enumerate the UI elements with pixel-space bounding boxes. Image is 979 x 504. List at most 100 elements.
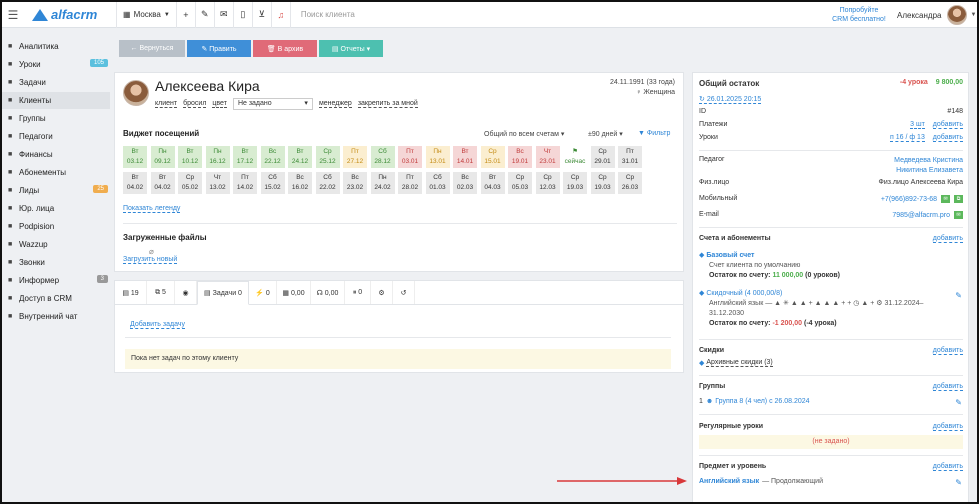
city-select[interactable]: ▦ Москва ▼ <box>116 2 176 28</box>
logo[interactable]: alfacrm <box>32 7 114 22</box>
visit-cell[interactable]: Чт 13.02 <box>205 172 230 194</box>
trial-link[interactable]: Попробуйте CRM бесплатно! <box>828 6 890 24</box>
sidebar-item-1[interactable]: ■ Уроки 105 <box>2 56 110 73</box>
visit-cell[interactable]: Ср 05.02 <box>178 172 202 194</box>
accounts-filter[interactable]: Общий по всем счетам ▾ <box>484 130 564 138</box>
payments-add-link[interactable]: добавить <box>932 121 963 129</box>
visit-cell[interactable]: Вт 10.12 <box>178 146 202 168</box>
sidebar-item-13[interactable]: ■ Информер 3 <box>2 272 110 289</box>
visit-cell[interactable]: Ср 15.01 <box>480 146 505 168</box>
tab-headset[interactable]: ☊ 0,00 <box>311 281 345 304</box>
reports-button[interactable]: ▤ Отчеты ▾ <box>319 40 383 57</box>
visit-cell[interactable]: Ср 05.03 <box>508 172 532 194</box>
visit-cell[interactable]: Вс 19.01 <box>508 146 532 168</box>
mobile-link[interactable]: +7(966)892-73-68 <box>881 196 937 203</box>
visit-cell[interactable]: ⚑ сейчас <box>563 146 587 168</box>
visit-cell[interactable]: Сб 22.02 <box>315 172 340 194</box>
wrench-icon[interactable]: ✎ <box>194 2 214 28</box>
visit-cell[interactable]: Вт 14.01 <box>453 146 477 168</box>
bell-icon[interactable]: ♫ <box>270 2 290 28</box>
visit-cell[interactable]: Ср 19.03 <box>590 172 615 194</box>
menu-icon[interactable]: ☰ <box>4 8 22 22</box>
visit-cell[interactable]: Пн 13.01 <box>425 146 450 168</box>
regular-add-link[interactable]: добавить <box>932 423 963 431</box>
visit-cell[interactable]: Ср 26.03 <box>618 172 642 194</box>
search-input[interactable]: Поиск клиента <box>289 2 410 28</box>
show-legend-link[interactable]: Показать легенду <box>123 205 181 213</box>
visit-cell[interactable]: Сб 15.02 <box>260 172 285 194</box>
visit-cell[interactable]: Пн 16.12 <box>205 146 230 168</box>
days-filter[interactable]: ±90 дней ▾ <box>588 130 623 138</box>
teacher-2-link[interactable]: Никитина Елизавета <box>894 166 963 176</box>
tab-list[interactable]: ▤ 19 <box>115 281 147 304</box>
base-account-title[interactable]: ◆ Базовый счет <box>699 251 963 261</box>
visit-cell[interactable]: Пт 31.01 <box>618 146 642 168</box>
edit-group-icon[interactable]: ✎ <box>955 398 962 407</box>
visit-cell[interactable]: Пт 28.02 <box>398 172 422 194</box>
visit-cell[interactable]: Ср 19.03 <box>563 172 587 194</box>
sms-icon[interactable]: ✉ <box>941 195 951 203</box>
groups-add-link[interactable]: добавить <box>932 383 963 391</box>
visit-cell[interactable]: Ср 29.01 <box>590 146 615 168</box>
tab-history[interactable]: ↺ <box>393 281 415 304</box>
visit-cell[interactable]: Чт 23.01 <box>535 146 560 168</box>
manager-link[interactable]: менеджер <box>318 100 352 108</box>
visit-cell[interactable]: Вт 04.02 <box>123 172 147 194</box>
lessons-add-link[interactable]: добавить <box>932 134 963 142</box>
tag-dropped[interactable]: бросил <box>183 100 207 108</box>
accounts-add-link[interactable]: добавить <box>932 235 963 243</box>
sidebar-item-11[interactable]: ■ Wazzup <box>2 236 110 253</box>
visit-cell[interactable]: Ср 25.12 <box>315 146 340 168</box>
sidebar-item-7[interactable]: ■ Абонементы <box>2 164 110 181</box>
discounts-add-link[interactable]: добавить <box>932 347 963 355</box>
teacher-1-link[interactable]: Медведева Кристина <box>894 156 963 166</box>
edit-subject-icon[interactable]: ✎ <box>955 478 962 487</box>
visit-cell[interactable]: Сб 01.03 <box>425 172 450 194</box>
lessons-count-link[interactable]: п 16 / ф 13 <box>889 134 925 142</box>
visit-cell[interactable]: Пт 03.01 <box>398 146 422 168</box>
visit-cell[interactable]: Пн 24.02 <box>370 172 395 194</box>
tab-whatsapp[interactable]: ◉ <box>175 281 197 304</box>
sidebar-item-12[interactable]: ■ Звонки <box>2 254 110 271</box>
visit-cell[interactable]: Вс 16.02 <box>288 172 312 194</box>
subject-add-link[interactable]: добавить <box>932 463 963 471</box>
sidebar-item-9[interactable]: ■ Юр. лица <box>2 200 110 217</box>
add-task-link[interactable]: Добавить задачу <box>130 321 185 329</box>
sidebar-item-2[interactable]: ■ Задачи <box>2 74 110 91</box>
upload-link[interactable]: Загрузить новый <box>123 256 178 264</box>
sidebar-item-14[interactable]: ■ Доступ в CRM <box>2 290 110 307</box>
sidebar-item-4[interactable]: ■ Группы <box>2 110 110 127</box>
discount-account-title[interactable]: ◆ Скидочный (4 000,00/8) <box>699 289 963 299</box>
edit-account-icon[interactable]: ✎ <box>955 291 962 300</box>
balance-date-link[interactable]: ↻ 26.01.2025 20:15 <box>699 95 762 104</box>
sidebar-item-0[interactable]: ■ Аналитика <box>2 38 110 55</box>
filter-button[interactable]: ▼ Фильтр <box>638 130 670 137</box>
mail-icon[interactable]: ✉ <box>954 211 963 219</box>
mobile-icon[interactable]: ▯ <box>232 2 252 28</box>
visit-cell[interactable]: Вт 03.12 <box>123 146 147 168</box>
add-icon[interactable]: + <box>175 2 195 28</box>
visit-cell[interactable]: Пт 27.12 <box>343 146 367 168</box>
assign-me-link[interactable]: закрепить за мной <box>357 100 418 108</box>
visit-cell[interactable]: Пт 14.02 <box>233 172 257 194</box>
sidebar-item-3[interactable]: ■ Клиенты <box>2 92 110 109</box>
visit-cell[interactable]: Вс 02.03 <box>453 172 477 194</box>
edit-button[interactable]: ✎ Править <box>187 40 251 57</box>
tag-client[interactable]: клиент <box>155 100 178 108</box>
sidebar-item-10[interactable]: ■ Podpision <box>2 218 110 235</box>
visit-cell[interactable]: Сб 28.12 <box>370 146 395 168</box>
mail-icon[interactable]: ✉ <box>213 2 233 28</box>
sidebar-item-8[interactable]: ■ Лиды 25 <box>2 182 110 199</box>
sidebar-item-15[interactable]: ■ Внутренний чат <box>2 308 110 325</box>
visit-cell[interactable]: Пн 09.12 <box>150 146 175 168</box>
payments-count-link[interactable]: 3 шт <box>910 121 925 129</box>
visit-cell[interactable]: Ср 12.03 <box>535 172 560 194</box>
discounts-archive-link[interactable]: Архивные скидки (3) <box>706 359 773 367</box>
visit-cell[interactable]: Вт 24.12 <box>288 146 312 168</box>
copy-icon[interactable]: ⧉ <box>954 195 963 203</box>
sidebar-item-6[interactable]: ■ Финансы <box>2 146 110 163</box>
visit-cell[interactable]: Вт 17.12 <box>233 146 257 168</box>
visit-cell[interactable]: Вт 04.03 <box>480 172 505 194</box>
tab-gear[interactable]: ⚙ <box>371 281 393 304</box>
tab-pause[interactable]: ⏸ 0 <box>345 281 371 304</box>
